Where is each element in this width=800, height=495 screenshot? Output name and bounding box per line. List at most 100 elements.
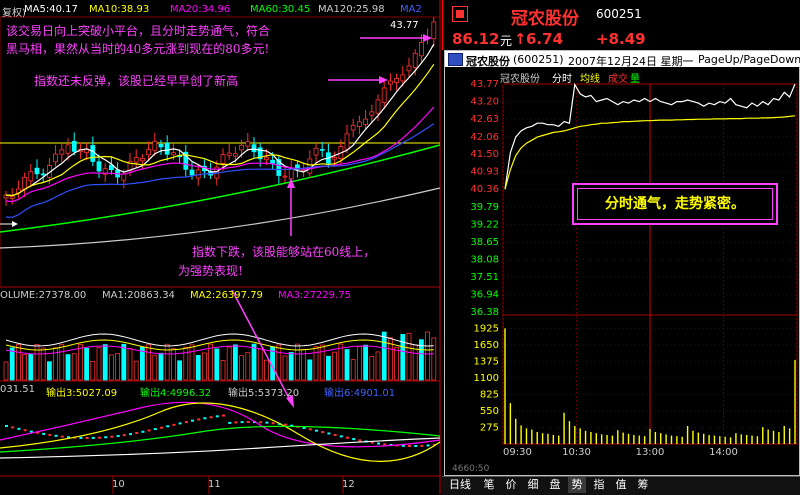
indicator-output4: 输出4:4996.32 <box>140 388 212 399</box>
tab-index[interactable]: 指 <box>590 477 608 493</box>
candle-body <box>313 147 319 156</box>
candle-body <box>133 157 139 163</box>
indicator-dot <box>259 421 263 424</box>
indicator-dot <box>29 430 33 433</box>
indicator-dot <box>339 435 343 438</box>
indicator-dot <box>222 414 225 417</box>
stock-name: 冠农股份 <box>511 9 579 29</box>
tab-stroke[interactable]: 笔 <box>480 477 498 493</box>
indicator-output6: 输出6:4901.01 <box>324 388 396 399</box>
intraday-chart[interactable]: 43.77 43.20 42.63 42.06 41.50 40.93 40.36 39.79… <box>445 67 800 476</box>
indicator-dot <box>315 429 318 432</box>
volume-bar <box>96 347 102 381</box>
volume-bar <box>332 351 338 381</box>
price-change-arrow-icon: ↑ <box>514 30 527 48</box>
indicator-dot <box>308 428 312 431</box>
indicator-dot <box>246 421 250 424</box>
intraday-note-text: 分时通气，走势紧密。 <box>577 188 773 220</box>
volume-bar <box>189 344 195 381</box>
ma60-label: MA60:30.45 <box>250 4 311 15</box>
tab-book[interactable]: 盘 <box>546 477 564 493</box>
indicator-dot <box>265 421 269 424</box>
candle-body <box>65 144 71 154</box>
price-tick-label: 36.38 <box>470 307 499 318</box>
volume-bar <box>369 356 375 381</box>
volume-bar <box>412 344 418 381</box>
price-tick-label: 38.65 <box>470 237 499 248</box>
volume-bar <box>9 347 15 381</box>
candle-body <box>381 87 387 103</box>
stock-code: 600251 <box>596 7 642 21</box>
indicator-dot <box>234 421 238 424</box>
price-change-pct: +8.49 <box>596 30 646 48</box>
candle-body <box>146 149 152 156</box>
tab-chips[interactable]: 筹 <box>634 477 652 493</box>
tab-price[interactable]: 价 <box>502 477 520 493</box>
candle-body <box>59 149 65 155</box>
month-label-12: 12 <box>342 479 355 490</box>
volume-bar <box>127 348 133 381</box>
volume-bar <box>84 347 89 381</box>
volume-bar <box>263 359 269 381</box>
volume-bar <box>115 353 120 381</box>
volume-bar <box>356 346 362 381</box>
candle-body <box>251 144 257 153</box>
candle-body <box>369 111 375 116</box>
volume-bar <box>381 331 387 381</box>
volume-bar <box>90 360 96 381</box>
indicator-dot <box>184 421 188 424</box>
indicator-dot <box>122 434 126 437</box>
tab-trend[interactable]: 势 <box>568 477 586 493</box>
indicator-dot <box>166 425 170 428</box>
candle-body <box>288 168 294 180</box>
volume-bar <box>15 344 21 381</box>
tab-value[interactable]: 值 <box>612 477 630 493</box>
indicator-dot <box>11 426 15 429</box>
volume-bar <box>3 361 9 381</box>
volume-bar <box>350 359 356 381</box>
candle-body <box>28 171 34 182</box>
window-title-nav[interactable]: PageUp/PageDowns <box>698 53 800 66</box>
candle-body <box>152 140 158 151</box>
indicator-dot <box>321 431 325 434</box>
price-tick-label: 38.08 <box>470 255 499 266</box>
volume-bar <box>375 351 381 381</box>
volume-bar <box>338 343 344 381</box>
candle-body <box>363 118 369 125</box>
candle-body <box>121 173 127 181</box>
tab-daily[interactable]: 日线 <box>446 477 474 493</box>
volume-bar <box>65 354 71 381</box>
tab-detail[interactable]: 细 <box>524 477 542 493</box>
time-tick-label: 10:30 <box>562 447 591 458</box>
price-tick-label: 43.20 <box>470 97 499 108</box>
volume-ma3-label: MA3:27229.75 <box>278 290 351 301</box>
volume-bar <box>22 353 28 381</box>
volume-tick-label: 1650 <box>474 340 499 351</box>
volume-tick-label: 1100 <box>474 373 499 384</box>
indicator-dot <box>104 436 108 439</box>
candle-body <box>387 80 393 85</box>
indicator-dot <box>209 416 213 419</box>
indicator-dot <box>191 419 194 422</box>
indicator-line-yellow <box>0 402 441 462</box>
volume-bar <box>59 344 65 381</box>
indicator-dot <box>79 436 83 439</box>
indicator-dot <box>147 429 151 432</box>
volume-ma1-label: MA1:20863.34 <box>102 290 175 301</box>
volume-bar <box>71 353 77 381</box>
indicator-dot <box>302 427 306 430</box>
candle-body <box>90 145 96 162</box>
volume-bar <box>394 346 400 381</box>
price-tick-label: 42.06 <box>470 132 499 143</box>
ma20-label: MA20:34.96 <box>170 4 231 15</box>
indicator-dot <box>172 423 176 426</box>
volume-bar <box>78 343 83 381</box>
price-tick-label: 43.77 <box>470 79 499 90</box>
volume-bar <box>28 353 34 381</box>
volume-bar <box>214 348 220 381</box>
volume-tick-label: 275 <box>480 422 499 433</box>
month-label-10: 10 <box>112 479 125 490</box>
indicator-dot <box>240 421 244 424</box>
indicator-output2: 031.51 <box>0 384 35 395</box>
volume-bar <box>139 346 145 381</box>
